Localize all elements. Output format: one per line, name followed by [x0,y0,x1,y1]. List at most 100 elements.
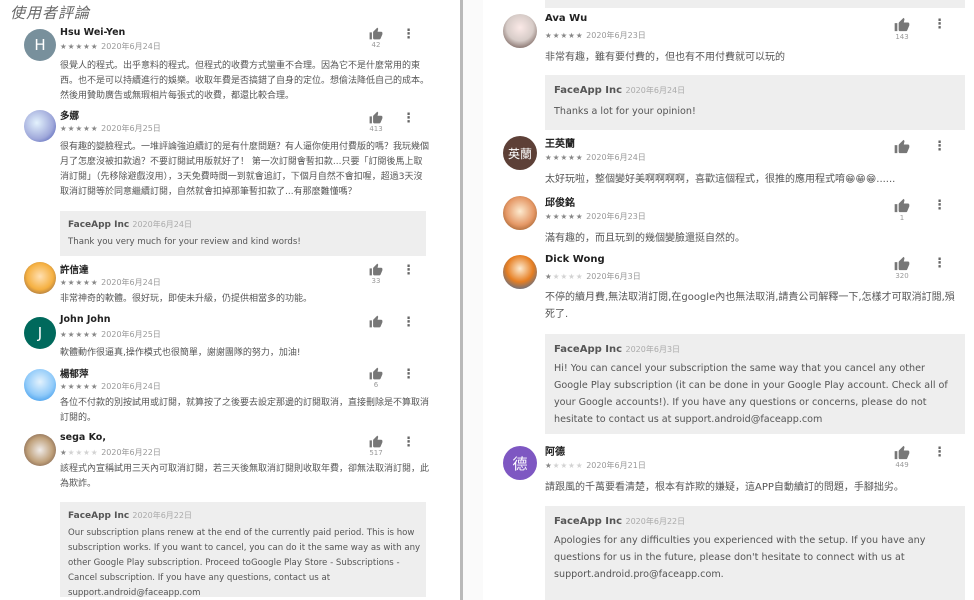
avatar [24,110,56,142]
review-text: 各位不付款的別按試用或訂閱，就算按了之後要去設定那邊的訂閱取消，直接刪除是不算取… [60,398,430,423]
thumbs-up-icon[interactable]: 517 [368,435,384,457]
thumbs-up-icon[interactable]: 42 [368,27,384,49]
review-text: 軟體動作很逼真,操作模式也很簡單，謝謝團隊的努力，加油! [60,348,301,358]
thumbs-up-icon[interactable]: 33 [368,263,384,285]
developer-name: FaceApp Inc [554,344,623,355]
avatar: H [24,29,56,61]
thumbs-up-icon[interactable]: 320 [894,256,910,280]
more-options-icon[interactable]: ⋮ [402,28,415,41]
review-text: 該程式內宣稱試用三天內可取消訂閱，若三天後無取消訂閱則收取年費，卻無法取消訂閱，… [60,464,430,489]
avatar [503,196,537,230]
review-card: H Hsu Wei-Yen ★★★★★ 2020年6月24日 42 ⋮ 很覺人的… [0,27,455,107]
like-count: 413 [369,125,383,133]
star-rating: ★★★★★ [60,124,99,133]
star-rating: ★★★★★ [545,461,584,470]
more-options-icon[interactable]: ⋮ [402,368,415,381]
like-count: 1 [899,214,905,222]
thumbs-up-icon[interactable]: 1 [894,198,910,222]
review-date: 2020年6月23日 [586,212,646,221]
more-options-icon[interactable]: ⋮ [402,264,415,277]
review-text: 不停的續月費,無法取消訂閱,在google內也無法取消,請貴公司解釋一下,怎樣才… [545,292,955,320]
like-count: 143 [895,33,909,41]
star-rating: ★★★★★ [60,278,99,287]
reviewer-name: Hsu Wei-Yen [60,27,126,38]
reviewer-name: John John [60,314,111,325]
avatar: 英蘭 [503,136,537,170]
review-text: 非常有趣，雖有要付費的，但也有不用付費就可以玩的 [545,52,785,63]
more-options-icon[interactable]: ⋮ [933,199,946,212]
developer-name: FaceApp Inc [68,511,130,521]
reply-text: Apologies for any difficulties you exper… [554,535,926,580]
review-card: sega Ko, ★★★★★ 2020年6月22日 517 ⋮ 該程式內宣稱試用… [0,432,455,600]
avatar [24,369,56,401]
developer-reply: FaceApp Inc 2020年6月22日 Apologies for any… [545,506,965,600]
reply-text: Hi! You can cancel your subscription the… [554,363,948,425]
star-rating: ★★★★★ [545,272,584,281]
review-text: 非常神奇的軟體。很好玩，即使未升級，仍提供相當多的功能。 [60,294,313,304]
thumbs-up-icon[interactable] [368,315,384,328]
review-text: 滿有趣的，而且玩到的幾個變臉還挺自然的。 [545,233,745,244]
review-text: 請跟風的千萬要看清楚，根本有詐欺的嫌疑，這APP自動續訂的問題，手腳拙劣。 [545,482,904,493]
review-card: J John John ★★★★★ 2020年6月25日 ⋮ 軟體動作很逼真,操… [0,312,455,362]
review-card: 許信達 ★★★★★ 2020年6月24日 33 ⋮ 非常神奇的軟體。很好玩，即使… [0,260,455,310]
like-count: 42 [371,41,381,49]
review-date: 2020年6月25日 [101,330,161,339]
star-rating: ★★★★★ [60,330,99,339]
review-text: 太好玩啦，整個變好美啊啊啊啊，喜歡這個程式，很推的應用程式唷😁😁😁...... [545,174,896,185]
review-text: 很有趣的變臉程式。一堆評論強迫續訂的是有什麼問題？有人逼你使用付費版的嗎？我玩幾… [60,142,430,197]
more-options-icon[interactable]: ⋮ [933,257,946,270]
review-date: 2020年6月3日 [586,272,641,281]
avatar: 德 [503,446,537,480]
review-card: 邱俊銘 ★★★★★ 2020年6月23日 1 ⋮ 滿有趣的，而且玩到的幾個變臉還… [483,192,974,252]
review-date: 2020年6月22日 [101,448,161,457]
reviewer-name: 許信達 [60,265,89,276]
star-rating: ★★★★★ [60,382,99,391]
reviewer-name: 多娜 [60,111,80,122]
reply-date: 2020年6月24日 [132,220,192,229]
review-card: Ava Wu ★★★★★ 2020年6月23日 143 ⋮ 非常有趣，雖有要付費… [483,12,974,130]
thumbs-up-icon[interactable]: 413 [368,111,384,133]
reply-text: Our subscription plans renew at the end … [68,528,421,598]
like-count: 33 [371,277,381,285]
avatar [503,255,537,289]
thumbs-up-icon[interactable]: 6 [368,367,384,389]
developer-name: FaceApp Inc [554,516,623,527]
review-card: Dick Wong ★★★★★ 2020年6月3日 320 ⋮ 不停的續月費,無… [483,252,974,436]
left-reviews-panel: 使用者評論 H Hsu Wei-Yen ★★★★★ 2020年6月24日 42 … [0,0,455,600]
review-date: 2020年6月21日 [586,461,646,470]
reviewer-name: Ava Wu [545,13,588,24]
avatar [24,434,56,466]
review-date: 2020年6月24日 [101,42,161,51]
more-options-icon[interactable]: ⋮ [402,112,415,125]
review-date: 2020年6月24日 [101,278,161,287]
reply-text: Thanks a lot for your opinion! [554,106,696,117]
more-options-icon[interactable]: ⋮ [933,446,946,459]
more-options-icon[interactable]: ⋮ [402,436,415,449]
thumbs-up-icon[interactable] [894,139,910,154]
thumbs-up-icon[interactable]: 143 [894,17,910,41]
review-card: 德 阿德 ★★★★★ 2020年6月21日 449 ⋮ 請跟風的千萬要看清楚，根… [483,440,974,600]
reviewer-name: 阿德 [545,447,565,458]
avatar [503,14,537,48]
previous-reply-fragment [545,0,965,8]
more-options-icon[interactable]: ⋮ [402,316,415,329]
review-date: 2020年6月24日 [586,153,646,162]
developer-reply: FaceApp Inc 2020年6月3日 Hi! You can cancel… [545,334,965,434]
review-date: 2020年6月24日 [101,382,161,391]
right-reviews-panel: Ava Wu ★★★★★ 2020年6月23日 143 ⋮ 非常有趣，雖有要付費… [483,0,974,600]
review-card: 英蘭 王英蘭 ★★★★★ 2020年6月24日 ⋮ 太好玩啦，整個變好美啊啊啊啊… [483,132,974,192]
developer-reply: FaceApp Inc 2020年6月24日 Thanks a lot for … [545,75,965,130]
like-count: 517 [369,449,383,457]
star-rating: ★★★★★ [545,31,584,40]
panel-gap [463,0,483,600]
like-count: 449 [895,461,909,469]
reply-date: 2020年6月22日 [132,511,192,520]
thumbs-up-icon[interactable]: 449 [894,445,910,469]
star-rating: ★★★★★ [545,212,584,221]
reply-date: 2020年6月22日 [625,517,686,526]
reply-text: Thank you very much for your review and … [68,237,301,247]
section-title: 使用者評論 [10,4,91,22]
more-options-icon[interactable]: ⋮ [933,18,946,31]
more-options-icon[interactable]: ⋮ [933,140,946,153]
review-card: 楊郁萍 ★★★★★ 2020年6月24日 6 ⋮ 各位不付款的別按試用或訂閱，就… [0,364,455,430]
